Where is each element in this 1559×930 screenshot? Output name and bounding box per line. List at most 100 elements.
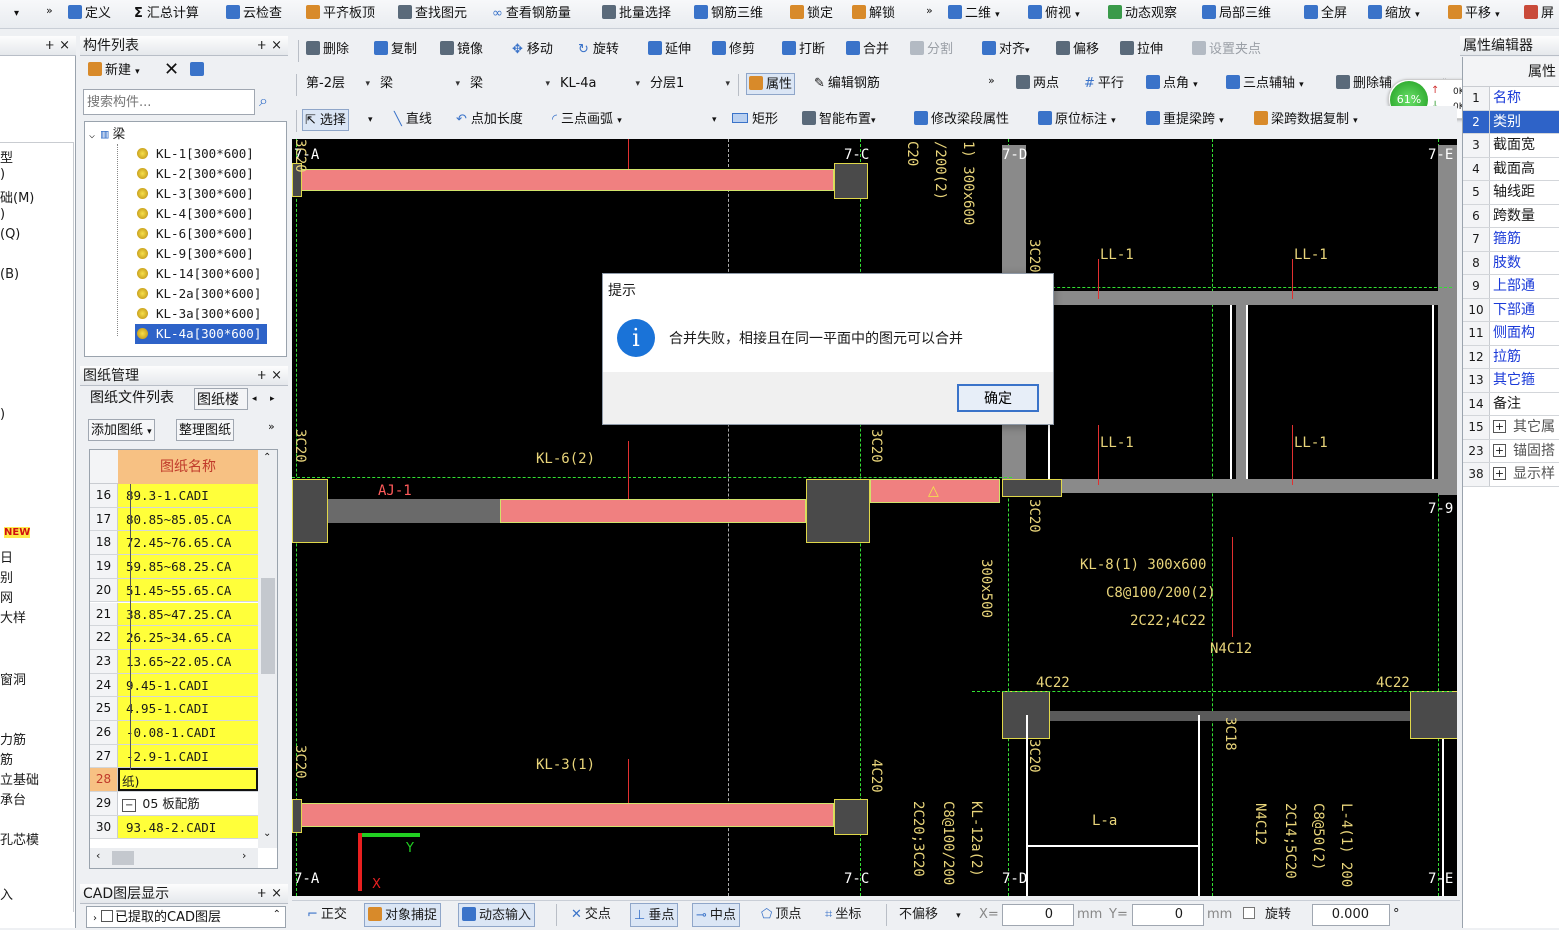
table-hscrollbar[interactable]: ‹ › [90, 848, 258, 868]
define-button[interactable]: 定义 [66, 3, 113, 25]
column[interactable] [1410, 691, 1457, 739]
left-edge-item[interactable]: 别 [0, 567, 13, 586]
beam-aj[interactable] [328, 499, 500, 523]
collapse-icon[interactable]: ⌵ [89, 130, 95, 141]
column[interactable] [806, 479, 870, 543]
property-row-group[interactable]: 38 + 显示样 [1463, 463, 1559, 487]
property-row[interactable]: 11 侧面构 [1463, 322, 1559, 346]
modify-span-attr-button[interactable]: 修改梁段属性 [912, 109, 1011, 131]
component-select[interactable]: KL-4a ▾ [556, 73, 642, 95]
tree-item-kl-6[interactable]: KL-6[300*600] [137, 224, 254, 244]
tab-scroll-left[interactable]: ◂ [250, 388, 259, 410]
checkbox[interactable] [101, 910, 113, 922]
table-row[interactable]: 21 38.85~47.25.CA [90, 602, 258, 627]
column[interactable] [834, 799, 868, 835]
column[interactable] [1002, 479, 1062, 497]
scroll-thumb[interactable] [261, 578, 275, 674]
pan-dropdown[interactable]: 平移 ▾ [1446, 3, 1502, 25]
table-row[interactable]: 23 13.65~22.05.CA [90, 649, 258, 674]
property-row[interactable]: 1 名称 [1463, 87, 1559, 111]
rotation-input[interactable]: 0.000 [1312, 904, 1390, 926]
left-edge-item[interactable]: 型 [0, 147, 13, 166]
pin-icon[interactable]: ⵜ [258, 884, 266, 904]
object-snap-toggle[interactable]: 对象捕捉 [364, 903, 442, 927]
property-row[interactable]: 6 跨数量 [1463, 204, 1559, 228]
element-subtype-select[interactable]: 梁 ▾ [466, 73, 552, 95]
fullscreen-button[interactable]: 全屏 [1302, 3, 1349, 25]
left-edge-item[interactable]: ) [0, 167, 5, 182]
properties-button[interactable]: 属性 [746, 73, 796, 95]
dynamic-input-toggle[interactable]: 动态输入 [458, 903, 536, 927]
table-row[interactable]: 18 72.45~76.65.CA [90, 531, 258, 556]
break-button[interactable]: 打断 [780, 39, 827, 61]
property-row-selected[interactable]: 2 类别 [1463, 110, 1559, 134]
toolbar-more[interactable]: » [44, 0, 55, 22]
tab-drawing-file-list[interactable]: 图纸文件列表 [88, 387, 176, 409]
property-row[interactable]: 10 下部通 [1463, 298, 1559, 322]
scroll-up-icon[interactable]: ⌃ [273, 909, 281, 920]
property-row[interactable]: 3 截面宽 [1463, 134, 1559, 158]
unlock-button[interactable]: 解锁 [850, 3, 897, 25]
x-coordinate-input[interactable]: 0 [1002, 904, 1074, 926]
tree-item-kl-1[interactable]: KL-1[300*600] [137, 144, 254, 164]
left-edge-item[interactable]: 孔芯模 [0, 829, 39, 848]
scroll-up-icon[interactable]: ⌃ [263, 452, 271, 463]
close-icon[interactable]: × [59, 36, 70, 56]
rebar-3d-button[interactable]: 钢筋三维 [692, 3, 765, 25]
scroll-down-icon[interactable]: ⌄ [263, 828, 271, 839]
tree-item-kl-9[interactable]: KL-9[300*600] [137, 244, 254, 264]
checkbox[interactable] [1243, 907, 1255, 919]
close-icon[interactable]: × [271, 36, 282, 56]
property-row[interactable]: 14 备注 [1463, 392, 1559, 416]
left-edge-item[interactable]: 窗洞 [0, 669, 26, 688]
point-angle-dropdown[interactable]: 点角 ▾ [1144, 73, 1200, 95]
expand-icon[interactable]: + [1493, 467, 1506, 480]
table-row[interactable]: 17 80.85~85.05.CA [90, 507, 258, 532]
batch-select-button[interactable]: 批量选择 [600, 3, 673, 25]
select-dropdown[interactable]: ▾ [366, 109, 375, 131]
delete-component-button[interactable]: ✕ [162, 59, 181, 81]
delete-aux-button[interactable]: 删除辅 [1334, 73, 1394, 95]
three-point-axis-dropdown[interactable]: 三点辅轴 ▾ [1224, 73, 1306, 95]
left-edge-item[interactable]: 网 [0, 587, 13, 606]
coordinate-snap[interactable]: ⌗ 坐标 [822, 903, 864, 927]
align-slab-top-button[interactable]: 平齐板顶 [304, 3, 377, 25]
scroll-right-icon[interactable]: › [242, 849, 246, 862]
hscroll-thumb[interactable] [112, 851, 134, 865]
table-row-active[interactable]: 28 纸) [90, 768, 258, 793]
left-edge-item[interactable]: 大样 [0, 607, 26, 626]
beam-kl-6[interactable] [500, 499, 806, 523]
element-type-select[interactable]: 梁 ▾ [376, 73, 462, 95]
y-coordinate-input[interactable]: 0 [1132, 904, 1204, 926]
cloud-check-button[interactable]: 云检查 [224, 3, 284, 25]
align-dropdown[interactable]: 对齐▾ [980, 39, 1032, 61]
property-row[interactable]: 5 轴线距 [1463, 181, 1559, 205]
property-row-group[interactable]: 15 + 其它属 [1463, 416, 1559, 440]
midpoint-snap[interactable]: ⊸ 中点 [692, 903, 740, 927]
table-row-group[interactable]: 29−05 板配筋 [90, 792, 258, 816]
select-tool-button[interactable]: ⇱ 选择 [302, 109, 349, 131]
original-mark-dropdown[interactable]: 原位标注 ▾ [1036, 109, 1118, 131]
zoom-dropdown[interactable]: 缩放 ▾ [1366, 3, 1422, 25]
tree-item-kl-3[interactable]: KL-3[300*600] [137, 184, 254, 204]
line-tool-button[interactable]: ╲ 直线 [392, 109, 434, 131]
offset-mode-select[interactable]: 不偏移 ▾ [896, 903, 964, 927]
local-3d-button[interactable]: 局部三维 [1200, 3, 1273, 25]
screen-button[interactable]: 屏 [1522, 3, 1556, 25]
left-edge-item[interactable]: (Q) [0, 227, 20, 242]
beam-kl-3[interactable] [300, 803, 834, 827]
table-row[interactable]: 16 89.3-1.CADI [90, 484, 258, 508]
left-edge-item[interactable]: 力筋 [0, 729, 26, 748]
new-component-button[interactable]: 新建 ▾ [86, 60, 142, 82]
left-edge-item[interactable]: ) [0, 407, 5, 422]
table-row[interactable]: 22 26.25~34.65.CA [90, 626, 258, 650]
close-icon[interactable]: × [271, 366, 282, 386]
left-edge-item[interactable]: 承台 [0, 789, 26, 808]
lock-button[interactable]: 锁定 [788, 3, 835, 25]
table-row[interactable]: 27 -2.9-1.CADI [90, 744, 258, 769]
layer-select[interactable]: 分层1 ▾ [646, 73, 732, 95]
tree-item-kl-4[interactable]: KL-4[300*600] [137, 204, 254, 224]
tree-item-kl-4a-selected[interactable]: KL-4a[300*600] [135, 324, 268, 344]
table-row[interactable]: 19 59.85~68.25.CA [90, 555, 258, 579]
intersection-snap[interactable]: ✕ 交点 [568, 903, 614, 927]
